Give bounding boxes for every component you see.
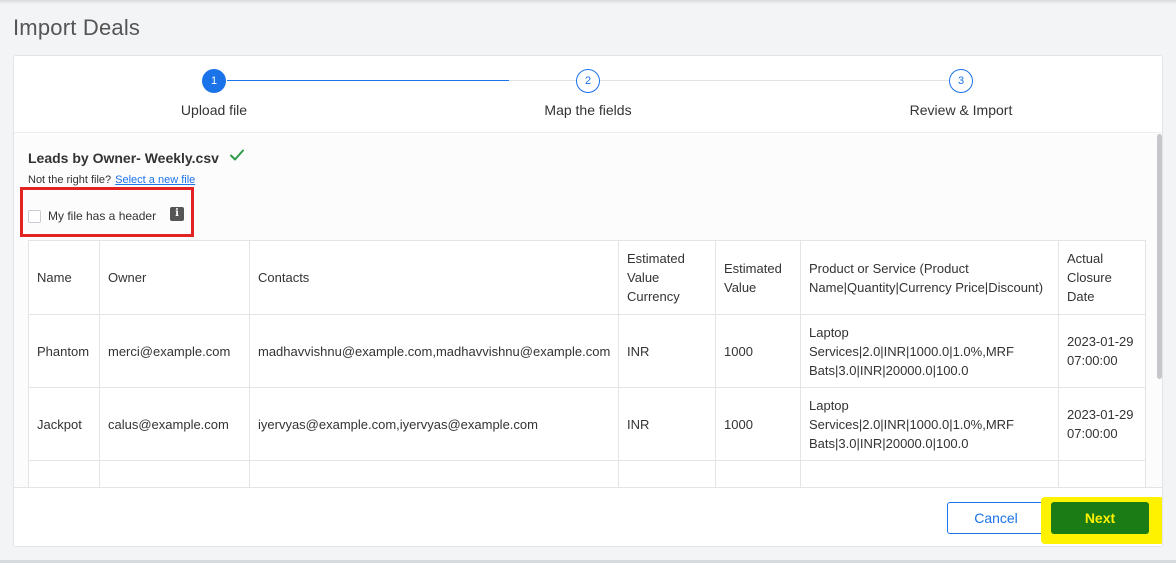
table-cell: 1000 bbox=[715, 387, 801, 461]
table-cell: INR bbox=[618, 314, 716, 388]
table-cell bbox=[618, 460, 716, 487]
stepper: 1 2 3 Upload file Map the fields Review … bbox=[14, 56, 1162, 133]
preview-table: Name Owner Contacts Estimated Value Curr… bbox=[28, 240, 1146, 487]
table-cell bbox=[800, 460, 1059, 487]
column-header-contacts: Contacts bbox=[249, 240, 619, 315]
step-3-label: Review & Import bbox=[909, 102, 1013, 118]
header-checkbox[interactable] bbox=[28, 210, 41, 223]
column-header-estimated-value: Estimated Value bbox=[715, 240, 801, 315]
table-header-row: Name Owner Contacts Estimated Value Curr… bbox=[28, 240, 1146, 315]
table-cell bbox=[249, 460, 619, 487]
wrong-file-text: Not the right file? bbox=[28, 174, 112, 186]
import-card: 1 2 3 Upload file Map the fields Review … bbox=[13, 55, 1163, 547]
column-header-actual-closure-date: Actual Closure Date bbox=[1058, 240, 1146, 315]
page-title: Import Deals bbox=[13, 15, 141, 40]
header-checkbox-label[interactable]: My file has a header bbox=[48, 209, 156, 223]
table-row bbox=[28, 460, 1146, 487]
cancel-button[interactable]: Cancel bbox=[947, 502, 1045, 534]
file-name: Leads by Owner- Weekly.csv bbox=[28, 150, 219, 166]
table-cell: 2023-01-29 07:00:00 bbox=[1058, 314, 1146, 388]
vertical-scrollbar[interactable] bbox=[1157, 134, 1162, 379]
table-cell: Phantom bbox=[28, 314, 100, 388]
table-cell bbox=[99, 460, 250, 487]
table-cell: 2023-01-29 07:00:00 bbox=[1058, 387, 1146, 461]
table-cell: Laptop Services|2.0|INR|1000.0|1.0%,MRF … bbox=[800, 387, 1059, 461]
step-1-label: Upload file bbox=[180, 102, 248, 118]
check-icon bbox=[230, 149, 244, 161]
step-2-label: Map the fields bbox=[544, 102, 632, 118]
step-2-circle[interactable]: 2 bbox=[576, 69, 600, 93]
table-cell bbox=[28, 460, 100, 487]
table-cell: merci@example.com bbox=[99, 314, 250, 388]
column-header-product-or-service: Product or Service (Product Name|Quantit… bbox=[800, 240, 1059, 315]
table-cell: Laptop Services|2.0|INR|1000.0|1.0%,MRF … bbox=[800, 314, 1059, 388]
table-cell: 1000 bbox=[715, 314, 801, 388]
table-cell bbox=[1058, 460, 1146, 487]
stepper-line-progress bbox=[227, 80, 509, 81]
info-icon[interactable]: i bbox=[170, 207, 184, 221]
table-cell: calus@example.com bbox=[99, 387, 250, 461]
wrong-file-row: Not the right file? Select a new file bbox=[28, 174, 195, 186]
top-shadow bbox=[0, 0, 1176, 4]
select-new-file-link[interactable]: Select a new file bbox=[115, 174, 195, 186]
upload-content: Leads by Owner- Weekly.csv Not the right… bbox=[14, 133, 1162, 487]
step-1-circle[interactable]: 1 bbox=[202, 69, 226, 93]
table-cell: madhavvishnu@example.com,madhavvishnu@ex… bbox=[249, 314, 619, 388]
footer: Cancel bbox=[14, 487, 1162, 546]
column-header-owner: Owner bbox=[99, 240, 250, 315]
column-header-name: Name bbox=[28, 240, 100, 315]
table-cell bbox=[715, 460, 801, 487]
step-3-circle[interactable]: 3 bbox=[949, 69, 973, 93]
table-cell: INR bbox=[618, 387, 716, 461]
table-cell: iyervyas@example.com,iyervyas@example.co… bbox=[249, 387, 619, 461]
table-row: Phantom merci@example.com madhavvishnu@e… bbox=[28, 314, 1146, 388]
table-cell: Jackpot bbox=[28, 387, 100, 461]
column-header-estimated-value-currency: Estimated Value Currency bbox=[618, 240, 716, 315]
table-row: Jackpot calus@example.com iyervyas@examp… bbox=[28, 387, 1146, 461]
next-button[interactable]: Next bbox=[1051, 502, 1149, 534]
